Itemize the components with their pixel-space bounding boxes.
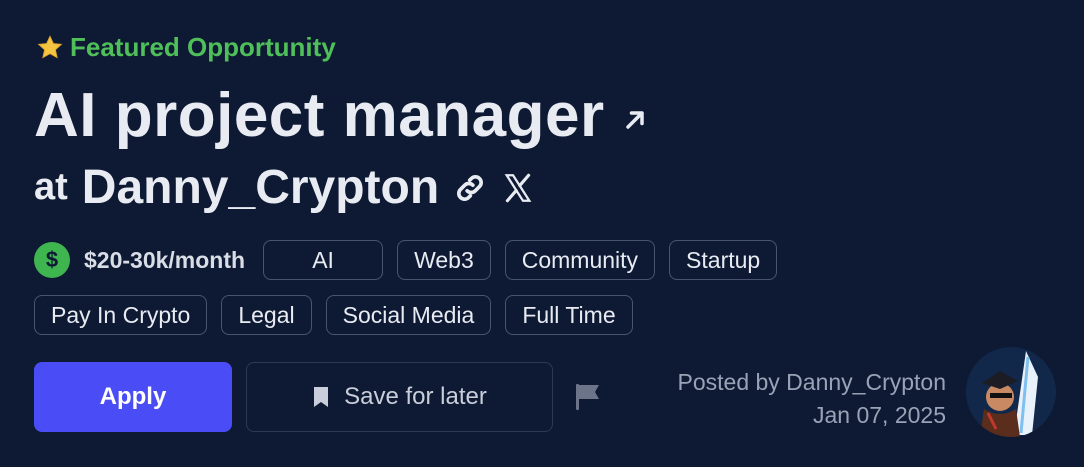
tag[interactable]: Web3 bbox=[397, 240, 491, 280]
posted-by: Posted by Danny_Crypton bbox=[677, 369, 947, 395]
tag[interactable]: Legal bbox=[221, 295, 312, 335]
external-link-icon[interactable] bbox=[621, 106, 649, 134]
tags-row-2: Pay In Crypto Legal Social Media Full Ti… bbox=[34, 295, 633, 335]
tag[interactable]: Full Time bbox=[505, 295, 633, 335]
tag[interactable]: Social Media bbox=[325, 295, 492, 335]
apply-button[interactable]: Apply bbox=[34, 362, 232, 432]
link-icon[interactable] bbox=[453, 171, 487, 205]
job-title[interactable]: AI project manager bbox=[34, 80, 605, 151]
x-twitter-icon[interactable] bbox=[501, 171, 535, 205]
posted-date: Jan 07, 2025 bbox=[812, 402, 946, 428]
dollar-icon: $ bbox=[34, 242, 70, 278]
salary: $ $20-30k/month bbox=[34, 242, 245, 278]
tag[interactable]: AI bbox=[263, 240, 384, 280]
star-icon bbox=[37, 34, 63, 58]
avatar[interactable] bbox=[966, 347, 1056, 437]
tag[interactable]: Community bbox=[504, 240, 656, 280]
company-row: at Danny_Crypton bbox=[34, 160, 535, 215]
salary-text: $20-30k/month bbox=[84, 246, 246, 273]
featured-banner: Featured Opportunity bbox=[36, 32, 336, 63]
avatar-image bbox=[966, 347, 1056, 437]
title-row: AI project manager bbox=[34, 80, 649, 151]
posted-info: Posted by Danny_Crypton Jan 07, 2025 bbox=[678, 366, 947, 432]
save-label: Save for later bbox=[344, 383, 487, 410]
job-card: Featured Opportunity AI project manager … bbox=[0, 0, 1084, 467]
at-label: at bbox=[34, 166, 68, 208]
flag-icon[interactable] bbox=[574, 382, 602, 412]
featured-label: Featured Opportunity bbox=[70, 32, 336, 62]
company-name[interactable]: Danny_Crypton bbox=[82, 160, 439, 215]
tag[interactable]: Startup bbox=[669, 240, 778, 280]
tag[interactable]: Pay In Crypto bbox=[34, 295, 208, 335]
tags-row-1: $ $20-30k/month AI Web3 Community Startu… bbox=[34, 240, 778, 280]
bookmark-icon bbox=[314, 387, 329, 407]
save-for-later-button[interactable]: Save for later bbox=[246, 362, 553, 432]
